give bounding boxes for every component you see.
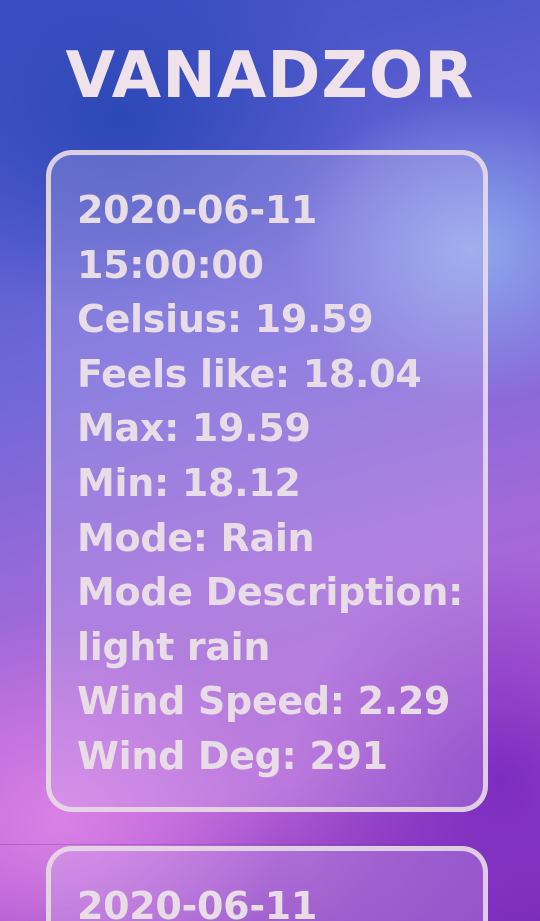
mode-description-value: light rain [77,624,271,669]
forecast-date: 2020-06-11 [77,188,318,232]
mode-value: Mode: Rain [77,515,315,560]
min-temp-value: Min: 18.12 [77,460,301,505]
divider [0,844,540,845]
wind-deg-value: Wind Deg: 291 [77,733,388,778]
celsius-value: Celsius: 19.59 [77,297,374,342]
forecast-date: 2020-06-11 [77,884,318,921]
forecast-card: 2020-06-11 15:00:00 Celsius: 19.59 Feels… [46,150,488,812]
max-temp-value: Max: 19.59 [77,406,311,451]
forecast-card: 2020-06-11 [46,846,488,921]
mode-description-label: Mode Description: [77,570,463,615]
wind-speed-value: Wind Speed: 2.29 [77,679,451,724]
city-title: VANADZOR [65,39,475,113]
forecast-time: 15:00:00 [77,242,264,287]
feels-like-value: Feels like: 18.04 [77,351,422,396]
